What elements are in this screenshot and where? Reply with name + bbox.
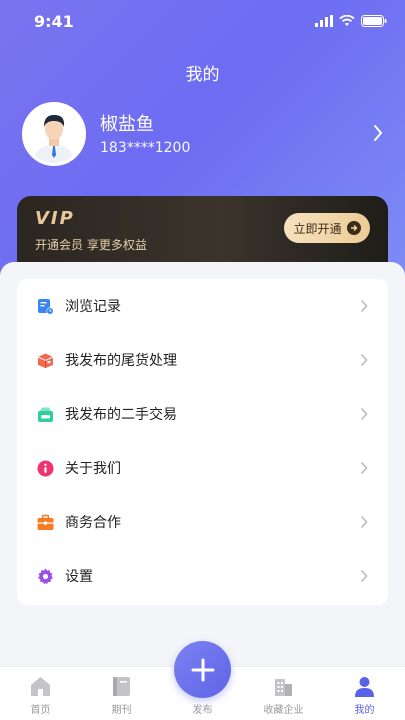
menu-item-business-cooperation[interactable]: 商务合作 [17,495,388,549]
plus-icon [191,658,214,681]
tab-home[interactable]: 首页 [0,667,81,720]
info-icon [37,460,54,476]
menu-item-label: 浏览记录 [65,299,121,315]
chevron-right-icon [360,407,368,421]
tab-mine[interactable]: 我的 [324,667,405,720]
second-hand-icon [38,407,53,422]
battery-icon [361,15,387,27]
box-icon [37,353,54,368]
avatar[interactable] [22,102,86,166]
briefcase-icon [37,514,54,530]
signal-icon [315,15,333,27]
user-phone: 183****1200 [100,140,191,156]
page-title: 我的 [185,65,220,85]
wifi-icon [339,15,355,26]
tab-label: 收藏企业 [263,705,304,716]
status-bar: 9:41 [0,0,405,44]
chevron-right-icon [360,569,368,583]
avatar-icon [25,105,83,163]
tab-favorite-companies[interactable]: 收藏企业 [243,667,324,720]
chevron-right-icon [360,299,368,313]
tab-label: 期刊 [111,705,132,716]
chevron-right-icon[interactable] [373,124,383,142]
arrow-right-icon [346,221,361,235]
menu-item-label: 关于我们 [65,461,121,477]
content-sheet: 浏览记录 我发布的尾货处理 我发布的二手交易 关于我们 商务合作 设置 [0,262,405,672]
menu-card: 浏览记录 我发布的尾货处理 我发布的二手交易 关于我们 商务合作 设置 [17,279,388,605]
tab-label: 我的 [354,705,375,716]
vip-activate-label: 立即开通 [293,221,342,236]
vip-card[interactable]: VIP 开通会员 享更多权益 立即开通 [17,196,388,266]
tab-journal[interactable]: 期刊 [81,667,162,720]
user-name: 椒盐鱼 [100,114,154,135]
history-icon [38,298,54,315]
chevron-right-icon [360,515,368,529]
chevron-right-icon [360,461,368,475]
profile-section[interactable]: 椒盐鱼 183****1200 [22,102,387,166]
vip-subtitle: 开通会员 享更多权益 [35,238,147,252]
status-icons [315,15,387,27]
gear-icon [38,568,53,584]
menu-item-my-second-hand[interactable]: 我发布的二手交易 [17,387,388,441]
menu-item-settings[interactable]: 设置 [17,549,388,603]
menu-item-label: 设置 [65,569,93,585]
menu-item-about-us[interactable]: 关于我们 [17,441,388,495]
status-time: 9:41 [34,12,74,31]
tab-label: 发布 [192,705,213,716]
building-icon [275,679,292,696]
menu-item-my-surplus[interactable]: 我发布的尾货处理 [17,333,388,387]
vip-title: VIP [35,208,75,229]
menu-item-label: 我发布的尾货处理 [65,353,177,369]
publish-button[interactable] [174,641,231,698]
chevron-right-icon [360,353,368,367]
tab-label: 首页 [30,705,51,716]
user-icon [355,677,374,697]
home-icon [31,677,50,696]
menu-item-history[interactable]: 浏览记录 [17,279,388,333]
menu-item-label: 商务合作 [65,515,121,531]
vip-activate-button[interactable]: 立即开通 [284,213,370,243]
menu-item-label: 我发布的二手交易 [65,407,177,423]
book-icon [113,677,130,696]
